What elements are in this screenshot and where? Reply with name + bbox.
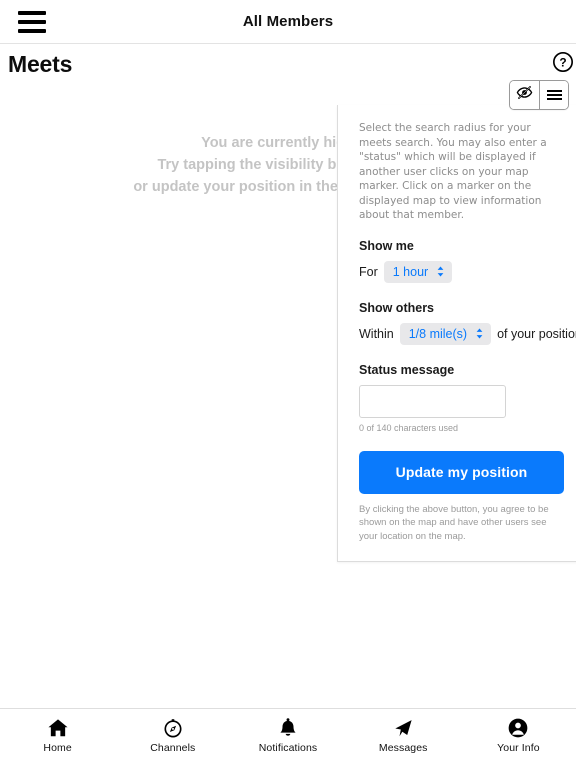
home-icon	[47, 717, 69, 739]
radius-select[interactable]: 1/8 mile(s)	[399, 322, 492, 345]
duration-select[interactable]: 1 hour	[383, 260, 453, 283]
show-others-row: Within 1/8 mile(s) of your position	[359, 322, 576, 345]
nav-label-notifications: Notifications	[258, 742, 318, 754]
page-title: Meets	[8, 51, 73, 77]
top-header-bar: All Members	[0, 0, 576, 44]
nav-item-channels[interactable]: Channels	[115, 717, 230, 754]
nav-label-your-info: Your Info	[497, 742, 540, 754]
bell-icon	[277, 717, 299, 739]
nav-item-your-info[interactable]: Your Info	[461, 717, 576, 754]
show-others-heading: Show others	[359, 300, 435, 315]
panel-disclaimer: By clicking the above button, you agree …	[359, 503, 549, 542]
bottom-navigation-bar: Home Channels Notifications Messages You…	[0, 708, 576, 768]
nav-item-home[interactable]: Home	[0, 717, 115, 754]
map-controls-group	[509, 80, 569, 110]
app-root: All Members Meets ? You are currently hi…	[0, 0, 576, 768]
page-title-row: Meets ?	[0, 44, 576, 82]
user-circle-icon	[507, 717, 529, 739]
show-me-prefix-label: For	[359, 264, 378, 279]
show-me-heading: Show me	[359, 238, 414, 253]
main-menu-hamburger-icon[interactable]	[18, 10, 46, 33]
status-message-heading: Status message	[359, 362, 455, 377]
show-others-suffix-label: of your position	[497, 326, 576, 341]
update-position-button[interactable]: Update my position	[359, 450, 564, 494]
hamburger-bar	[18, 28, 46, 33]
compass-icon	[162, 717, 184, 739]
nav-label-channels: Channels	[150, 742, 196, 754]
paper-plane-icon	[392, 717, 414, 739]
nav-item-messages[interactable]: Messages	[346, 717, 461, 754]
chevron-updown-icon	[475, 327, 484, 340]
character-counter: 0 of 140 characters used	[359, 422, 459, 433]
show-others-prefix-label: Within	[359, 326, 394, 341]
nav-label-messages: Messages	[378, 742, 428, 754]
visibility-toggle-button[interactable]	[510, 81, 539, 109]
nav-item-notifications[interactable]: Notifications	[230, 717, 345, 754]
status-message-input[interactable]	[359, 384, 506, 418]
hamburger-icon	[546, 89, 562, 101]
show-me-row: For 1 hour	[359, 260, 562, 283]
chevron-updown-icon	[436, 265, 445, 278]
svg-text:?: ?	[559, 56, 566, 70]
duration-select-value: 1 hour	[392, 264, 429, 279]
header-title: All Members	[242, 13, 334, 30]
hamburger-bar	[18, 19, 46, 24]
options-panel-toggle-button[interactable]	[539, 81, 568, 109]
hamburger-bar	[18, 10, 46, 15]
question-circle-icon[interactable]: ?	[552, 51, 574, 73]
nav-label-home: Home	[43, 742, 72, 754]
radius-select-value: 1/8 mile(s)	[408, 326, 468, 341]
panel-description: Select the search radius for your meets …	[359, 122, 547, 221]
meets-options-panel: Select the search radius for your meets …	[337, 105, 576, 562]
eye-slash-icon	[516, 84, 533, 106]
